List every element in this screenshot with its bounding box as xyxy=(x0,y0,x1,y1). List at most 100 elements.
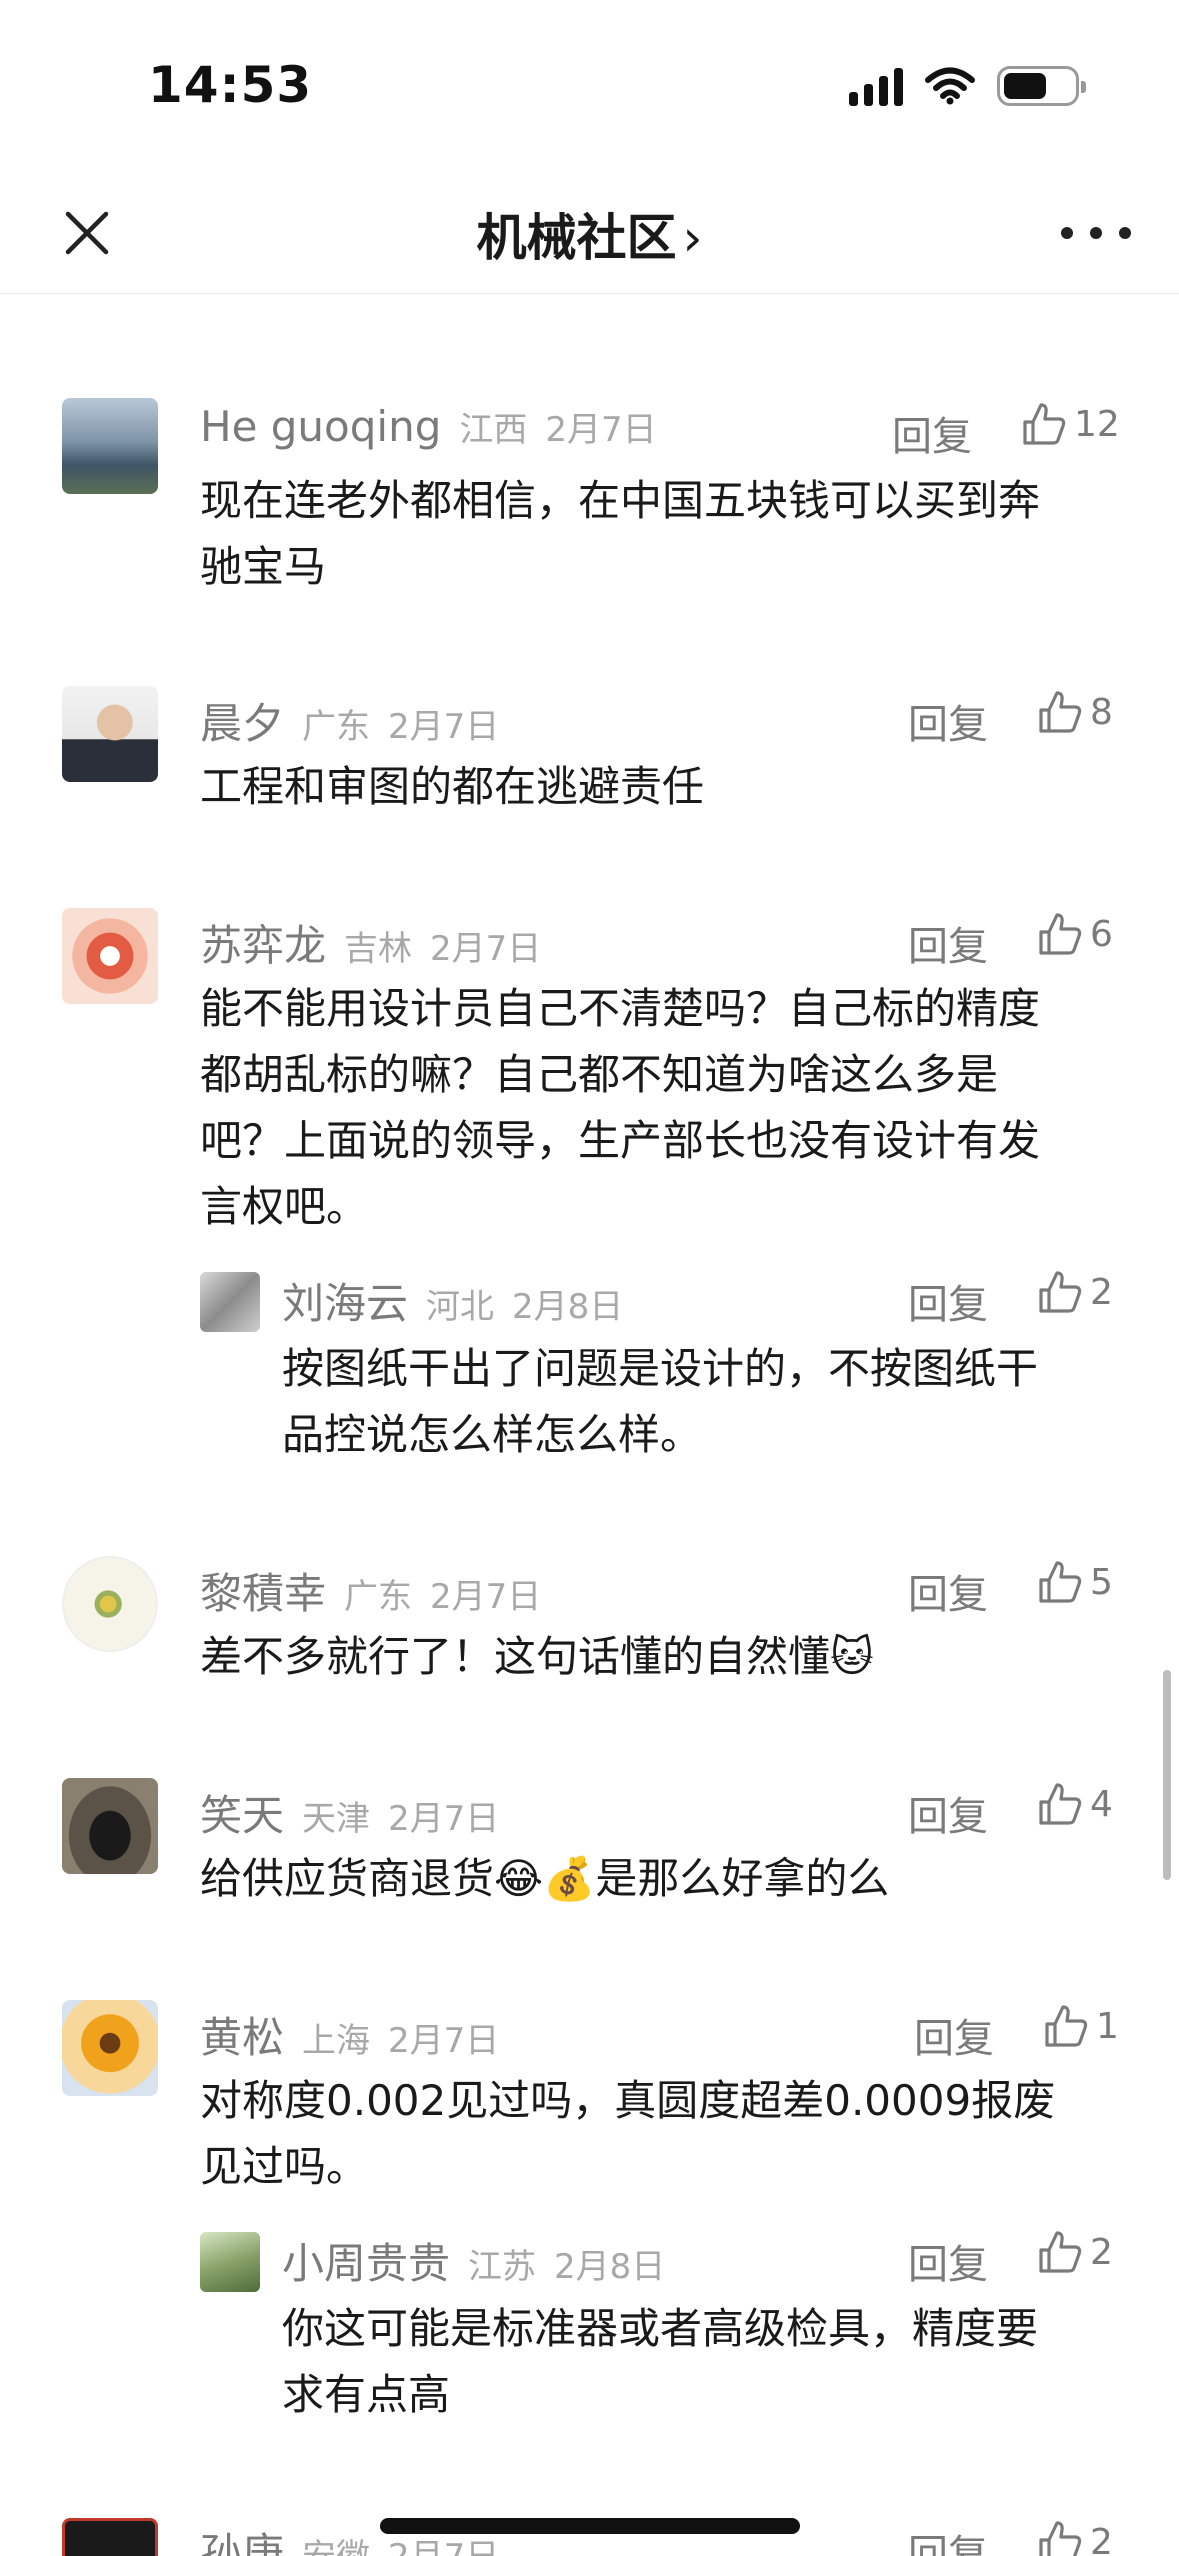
comment-line: 差不多就行了！这句话懂的自然懂🐱 xyxy=(200,1632,874,1681)
like-button[interactable]: 8 xyxy=(1036,688,1113,736)
comment-location: 广东 xyxy=(302,707,371,747)
like-button[interactable]: 1 xyxy=(1042,2002,1119,2050)
battery-icon xyxy=(997,66,1086,106)
comment-line: 吧？上面说的领导，生产部长也没有设计有发 xyxy=(200,1116,1041,1165)
comment-line: 对称度0.002见过吗，真圆度超差0.0009报废 xyxy=(200,2076,1056,2125)
screen: 14:53 机械社区 › He guoqing 江西 2月7日 回复 12 现在… xyxy=(0,0,1179,2556)
avatar[interactable] xyxy=(62,908,158,1004)
comment-username[interactable]: He guoqing xyxy=(200,402,441,451)
like-count: 5 xyxy=(1090,1561,1113,1603)
comment-text: 按图纸干出了问题是设计的，不按图纸干 品控说怎么样怎么样。 xyxy=(282,1336,1038,1468)
signal-icon xyxy=(849,66,903,106)
avatar[interactable] xyxy=(62,1556,158,1652)
comment-text: 工程和审图的都在逃避责任 xyxy=(200,754,704,820)
comment-text: 对称度0.002见过吗，真圆度超差0.0009报废 见过吗。 xyxy=(200,2068,1055,2200)
thumbs-up-icon xyxy=(1039,1271,1082,1313)
wifi-icon xyxy=(925,67,975,105)
more-button[interactable] xyxy=(1061,208,1131,258)
comment-date: 2月7日 xyxy=(430,1577,542,1617)
comment-date: 2月8日 xyxy=(512,1287,624,1327)
comment-line: 言权吧。 xyxy=(200,1182,369,1231)
avatar[interactable] xyxy=(200,1272,260,1332)
avatar[interactable] xyxy=(62,398,158,494)
comment-location: 上海 xyxy=(302,2021,371,2061)
scrollbar[interactable] xyxy=(1163,1670,1171,1880)
reply-button[interactable]: 回复 xyxy=(908,692,988,750)
like-button[interactable]: 5 xyxy=(1036,1558,1113,1606)
comment-line: 都胡乱标的嘛？自己都不知道为啥这么多是 xyxy=(200,1050,999,1099)
comment-text: 给供应货商退货😂💰是那么好拿的么 xyxy=(200,1846,889,1912)
comment-date: 2月8日 xyxy=(554,2247,666,2287)
comment-location: 安徽 xyxy=(302,2529,370,2556)
thumbs-up-icon xyxy=(1039,1783,1082,1825)
community-title-text: 机械社区 xyxy=(476,209,677,267)
reply-button[interactable]: 回复 xyxy=(908,1272,988,1330)
status-time: 14:53 xyxy=(148,56,313,114)
reply-button[interactable]: 回复 xyxy=(908,1562,988,1620)
comment-location: 河北 xyxy=(426,1287,495,1327)
more-dot xyxy=(1061,227,1073,239)
reply-button[interactable]: 回复 xyxy=(908,2232,988,2290)
comment-line: 给供应货商退货😂💰是那么好拿的么 xyxy=(200,1854,890,1903)
nav-bar: 机械社区 › xyxy=(0,170,1179,294)
comment-username[interactable]: 孙庚 xyxy=(200,2520,284,2556)
comment-date: 2月7日 xyxy=(388,707,500,747)
thumbs-up-icon xyxy=(1045,2005,1088,2047)
thumbs-up-icon xyxy=(1039,691,1082,733)
reply-button[interactable]: 回复 xyxy=(914,2006,994,2064)
like-count: 8 xyxy=(1090,691,1113,733)
comment-line: 求有点高 xyxy=(282,2370,451,2419)
comment-line: 能不能用设计员自己不清楚吗？自己标的精度 xyxy=(200,984,1041,1033)
comment-username[interactable]: 晨夕 xyxy=(200,690,284,751)
avatar[interactable] xyxy=(62,1778,158,1874)
comment-text: 差不多就行了！这句话懂的自然懂🐱 xyxy=(200,1624,874,1690)
avatar[interactable] xyxy=(200,2232,260,2292)
comment-location: 江西 xyxy=(459,410,528,450)
comment-line: 见过吗。 xyxy=(200,2142,369,2191)
like-count: 6 xyxy=(1090,913,1113,955)
comment-line: 现在连老外都相信，在中国五块钱可以买到奔 xyxy=(200,476,1041,525)
comment-location: 天津 xyxy=(302,1799,371,1839)
comment-location: 吉林 xyxy=(344,929,413,969)
comment-line: 按图纸干出了问题是设计的，不按图纸干 xyxy=(282,1344,1039,1393)
avatar[interactable] xyxy=(62,2000,158,2096)
chevron-right-icon: › xyxy=(682,209,703,267)
like-count: 1 xyxy=(1096,2005,1119,2047)
like-button[interactable]: 12 xyxy=(1020,400,1120,448)
comment-username[interactable]: 笑天 xyxy=(200,1782,284,1843)
comment-username[interactable]: 苏弈龙 xyxy=(200,912,326,973)
comment-line: 你这可能是标准器或者高级检具，精度要 xyxy=(282,2304,1039,2353)
reply-button[interactable]: 回复 xyxy=(908,1784,988,1842)
status-icons xyxy=(849,66,1086,106)
avatar[interactable] xyxy=(62,2518,158,2556)
like-button[interactable]: 2 xyxy=(1036,2518,1113,2556)
comment-date: 2月7日 xyxy=(430,929,542,969)
like-count: 4 xyxy=(1090,1783,1113,1825)
comment-text: 能不能用设计员自己不清楚吗？自己标的精度 都胡乱标的嘛？自己都不知道为啥这么多是… xyxy=(200,976,1040,1240)
reply-button[interactable]: 回复 xyxy=(908,914,988,972)
comment-username[interactable]: 小周贵贵 xyxy=(282,2230,450,2291)
more-dot xyxy=(1119,227,1131,239)
avatar[interactable] xyxy=(62,686,158,782)
comment-username[interactable]: 刘海云 xyxy=(282,1270,408,1331)
like-button[interactable]: 2 xyxy=(1036,1268,1113,1316)
like-button[interactable]: 2 xyxy=(1036,2228,1113,2276)
home-indicator[interactable] xyxy=(380,2518,800,2534)
like-button[interactable]: 4 xyxy=(1036,1780,1113,1828)
comment-line: 工程和审图的都在逃避责任 xyxy=(200,762,705,811)
comment-username[interactable]: 黄松 xyxy=(200,2004,284,2065)
reply-button[interactable]: 回复 xyxy=(908,2522,988,2556)
like-button[interactable]: 6 xyxy=(1036,910,1113,958)
comment-line: 驰宝马 xyxy=(200,542,327,591)
comment-text: 现在连老外都相信，在中国五块钱可以买到奔 驰宝马 xyxy=(200,468,1040,600)
thumbs-up-icon xyxy=(1039,2231,1082,2273)
more-dot xyxy=(1090,227,1102,239)
reply-button[interactable]: 回复 xyxy=(892,404,972,462)
comment-username[interactable]: 黎積幸 xyxy=(200,1560,326,1621)
like-count: 2 xyxy=(1090,2521,1113,2556)
community-title[interactable]: 机械社区 › xyxy=(0,198,1179,270)
status-bar: 14:53 xyxy=(0,0,1179,170)
like-count: 2 xyxy=(1090,2231,1113,2273)
comment-location: 广东 xyxy=(344,1577,413,1617)
like-count: 12 xyxy=(1074,403,1120,445)
